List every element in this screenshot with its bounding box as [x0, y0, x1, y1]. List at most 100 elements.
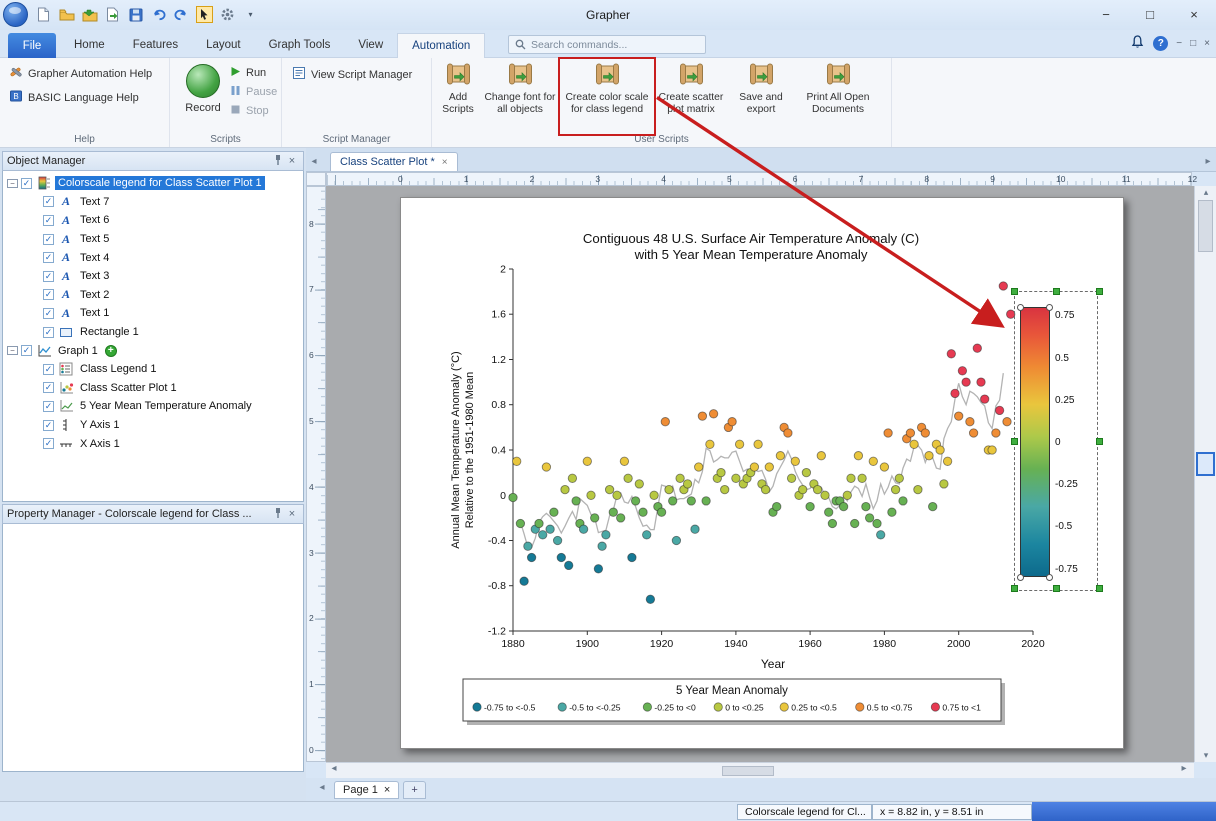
grapher-automation-help-button[interactable]: Grapher Automation Help — [9, 65, 169, 82]
document-tab[interactable]: Class Scatter Plot * × — [330, 152, 458, 171]
page-scroll-left-icon[interactable]: ◂ — [314, 782, 330, 797]
tree-item-graph-1[interactable]: −✓Graph 1+ — [3, 341, 303, 360]
new-page-tab[interactable]: + — [403, 781, 425, 799]
visibility-checkbox[interactable]: ✓ — [43, 364, 54, 375]
visibility-checkbox[interactable]: ✓ — [43, 438, 54, 449]
redo-icon[interactable] — [172, 5, 191, 24]
doc-close-icon[interactable]: × — [1204, 38, 1210, 49]
colorscale-legend[interactable]: 0.750.50.250-0.25-0.5-0.75 — [1014, 291, 1098, 591]
tab-close-icon[interactable]: × — [442, 157, 448, 168]
tree-item-colorscale-legend-for-class-scatter-plot-1[interactable]: −✓Colorscale legend for Class Scatter Pl… — [3, 174, 303, 193]
visibility-checkbox[interactable]: ✓ — [43, 382, 54, 393]
open-icon[interactable] — [57, 5, 76, 24]
tree-item-5-year-mean-temperature-anomaly[interactable]: ✓5 Year Mean Temperature Anomaly — [3, 397, 303, 416]
tree-item-text-1[interactable]: ✓AText 1 — [3, 304, 303, 323]
doc-minimize-icon[interactable]: − — [1176, 38, 1182, 49]
visibility-checkbox[interactable]: ✓ — [43, 215, 54, 226]
visibility-checkbox[interactable]: ✓ — [43, 196, 54, 207]
horizontal-scroll-thumb[interactable] — [722, 766, 774, 776]
scroll-up-icon[interactable]: ▴ — [1195, 187, 1216, 198]
close-icon[interactable]: × — [285, 508, 299, 520]
page-tab[interactable]: Page 1 × — [334, 781, 399, 799]
selection-handle[interactable] — [1011, 438, 1018, 445]
search-input[interactable] — [531, 39, 691, 51]
run-button[interactable]: Run — [230, 66, 277, 80]
tab-features[interactable]: Features — [119, 33, 192, 58]
pointer-tool-icon[interactable] — [195, 5, 214, 24]
doc-restore-icon[interactable]: □ — [1190, 38, 1196, 49]
maximize-button[interactable]: □ — [1128, 0, 1172, 29]
tab-automation[interactable]: Automation — [397, 33, 485, 58]
vertical-scrollbar[interactable]: ▴ ▾ — [1194, 186, 1216, 762]
basic-language-help-button[interactable]: B BASIC Language Help — [9, 89, 169, 106]
pin-icon[interactable] — [271, 154, 285, 169]
save-icon[interactable] — [126, 5, 145, 24]
close-button[interactable]: × — [1172, 0, 1216, 29]
export-icon[interactable] — [103, 5, 122, 24]
visibility-checkbox[interactable]: ✓ — [43, 234, 54, 245]
selection-handle[interactable] — [1096, 438, 1103, 445]
visibility-checkbox[interactable]: ✓ — [43, 327, 54, 338]
colorscale-gradient-bar[interactable] — [1020, 307, 1050, 577]
user-script-print-all-open-documents[interactable]: Print All Open Documents — [796, 60, 880, 132]
tree-item-text-6[interactable]: ✓AText 6 — [3, 211, 303, 230]
selection-handle[interactable] — [1011, 585, 1018, 592]
visibility-checkbox[interactable]: ✓ — [21, 345, 32, 356]
plot-page[interactable]: Contiguous 48 U.S. Surface Air Temperatu… — [400, 197, 1124, 749]
view-script-manager-button[interactable]: View Script Manager — [292, 66, 431, 83]
selection-handle[interactable] — [1011, 288, 1018, 295]
tree-item-y-axis-1[interactable]: ✓Y Axis 1 — [3, 416, 303, 435]
tab-layout[interactable]: Layout — [192, 33, 255, 58]
tab-home[interactable]: Home — [60, 33, 119, 58]
collapse-icon[interactable]: − — [7, 179, 18, 188]
corner-handle[interactable] — [1046, 574, 1053, 581]
selection-handle[interactable] — [1096, 288, 1103, 295]
user-script-save-and-export[interactable]: Save and export — [730, 60, 792, 132]
visibility-checkbox[interactable]: ✓ — [43, 401, 54, 412]
stop-button[interactable]: Stop — [230, 104, 277, 118]
page-tab-close-icon[interactable]: × — [384, 784, 390, 796]
tab-file[interactable]: File — [8, 33, 56, 58]
command-search[interactable] — [508, 35, 706, 54]
corner-handle[interactable] — [1017, 574, 1024, 581]
visibility-checkbox[interactable]: ✓ — [43, 289, 54, 300]
record-button[interactable]: Record — [178, 64, 228, 114]
tree-item-class-scatter-plot-1[interactable]: ✓Class Scatter Plot 1 — [3, 379, 303, 398]
visibility-checkbox[interactable]: ✓ — [21, 178, 32, 189]
tab-graph-tools[interactable]: Graph Tools — [255, 33, 345, 58]
pause-button[interactable]: Pause — [230, 85, 277, 99]
tree-item-text-3[interactable]: ✓AText 3 — [3, 267, 303, 286]
tree-item-x-axis-1[interactable]: ✓X Axis 1 — [3, 434, 303, 453]
settings-icon[interactable] — [218, 5, 237, 24]
visibility-checkbox[interactable]: ✓ — [43, 420, 54, 431]
visibility-checkbox[interactable]: ✓ — [43, 252, 54, 263]
tab-scroll-right-icon[interactable]: ▸ — [1200, 156, 1216, 171]
visibility-checkbox[interactable]: ✓ — [43, 271, 54, 282]
notifications-bell-icon[interactable] — [1130, 34, 1145, 53]
tree-item-text-7[interactable]: ✓AText 7 — [3, 193, 303, 212]
help-icon[interactable]: ? — [1153, 36, 1168, 51]
tab-scroll-left-icon[interactable]: ◂ — [306, 156, 322, 171]
user-script-create-scatter-plot-matrix[interactable]: Create scatter plot matrix — [656, 60, 726, 132]
tab-view[interactable]: View — [344, 33, 397, 58]
selection-handle[interactable] — [1096, 585, 1103, 592]
minimize-button[interactable]: − — [1084, 0, 1128, 29]
import-icon[interactable] — [80, 5, 99, 24]
close-icon[interactable]: × — [285, 155, 299, 167]
visibility-checkbox[interactable]: ✓ — [43, 308, 54, 319]
scroll-right-icon[interactable]: ▸ — [1176, 763, 1192, 778]
tree-item-class-legend-1[interactable]: ✓Class Legend 1 — [3, 360, 303, 379]
scroll-position-widget[interactable] — [1196, 452, 1215, 476]
selection-handle[interactable] — [1053, 585, 1060, 592]
overflow-icon[interactable]: ▾ — [241, 5, 260, 24]
user-script-add-scripts[interactable]: Add Scripts — [438, 60, 478, 132]
collapse-icon[interactable]: − — [7, 346, 18, 355]
undo-icon[interactable] — [149, 5, 168, 24]
corner-handle[interactable] — [1046, 304, 1053, 311]
pin-icon[interactable] — [271, 507, 285, 522]
horizontal-scrollbar[interactable]: ◂ ▸ — [326, 762, 1194, 778]
tree-item-text-5[interactable]: ✓AText 5 — [3, 230, 303, 249]
new-document-icon[interactable] — [34, 5, 53, 24]
corner-handle[interactable] — [1017, 304, 1024, 311]
scroll-down-icon[interactable]: ▾ — [1195, 750, 1216, 761]
